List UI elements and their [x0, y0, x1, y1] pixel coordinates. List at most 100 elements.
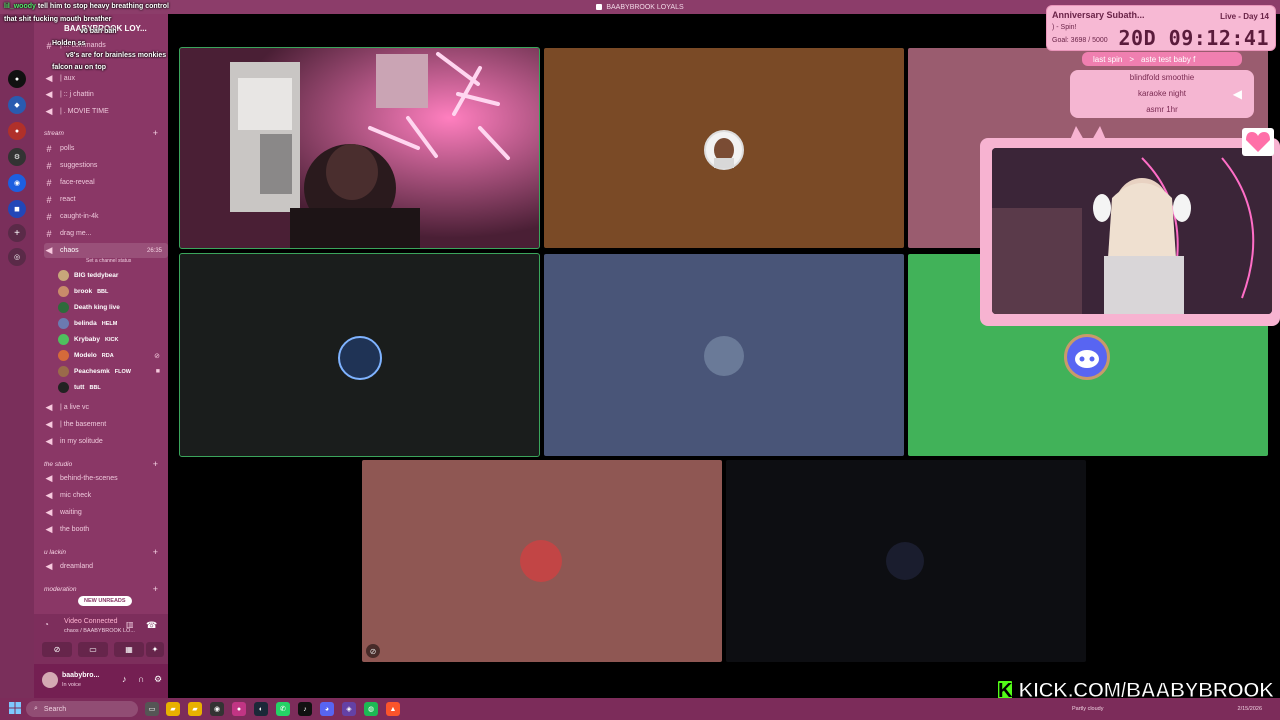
add-channel-icon[interactable]: +: [153, 584, 158, 594]
channel-item[interactable]: ◀ waiting: [44, 505, 168, 520]
speaker-icon: ◀: [45, 473, 53, 483]
webcam-feed: [180, 48, 539, 248]
avatar: [704, 336, 744, 376]
signal-icon[interactable]: ◔: [44, 620, 49, 629]
weather-widget[interactable]: Partly cloudy: [1072, 706, 1104, 712]
channel-item[interactable]: ◀ | :: j chattin: [44, 87, 168, 102]
headphones-icon[interactable]: ∩: [138, 674, 144, 684]
video-tile-webcam[interactable]: [179, 47, 540, 249]
windows-start-icon[interactable]: [9, 702, 21, 714]
camera-off-button[interactable]: ⊘: [42, 642, 72, 657]
stream-chat-line: lil_woody tell him to stop heavy breathi…: [4, 3, 169, 10]
video-tile-participant[interactable]: [179, 253, 540, 457]
add-channel-icon[interactable]: +: [153, 547, 158, 557]
channel-item[interactable]: ◀ | the basement: [44, 417, 168, 432]
microphone-icon[interactable]: ♪: [122, 674, 127, 684]
voice-user[interactable]: Krybaby KICK: [58, 332, 168, 347]
category-header[interactable]: the studio +: [44, 458, 164, 470]
settings-gear-icon[interactable]: ⚙: [154, 674, 162, 685]
speaker-icon: ◀: [45, 106, 53, 116]
speaker-icon: ◀: [45, 402, 53, 412]
app-icon[interactable]: ◈: [342, 702, 356, 716]
channel-item[interactable]: # suggestions: [44, 158, 168, 173]
channel-item[interactable]: ◀ mic check: [44, 488, 168, 503]
server-icon[interactable]: ◆: [8, 96, 26, 114]
add-server-icon[interactable]: +: [8, 224, 26, 242]
tiktok-icon[interactable]: ♪: [298, 702, 312, 716]
speaker-icon: ◀: [45, 436, 53, 446]
disconnect-icon[interactable]: ☎: [146, 620, 157, 631]
channel-item[interactable]: # polls: [44, 141, 168, 156]
pixel-heart-icon: [1242, 128, 1274, 156]
channel-item[interactable]: ◀ dreamland: [44, 559, 168, 574]
streamer-camera-feed: [992, 148, 1272, 314]
spin-wheel-list: blindfold smoothie karaoke night asmr 1h…: [1070, 70, 1254, 118]
voice-user[interactable]: Peachesmk FLOW ■: [58, 364, 168, 379]
avatar[interactable]: [42, 672, 58, 688]
avatar: [58, 350, 69, 361]
soundboard-button[interactable]: ✦: [146, 642, 164, 657]
server-icon[interactable]: ◼: [8, 200, 26, 218]
channel-item[interactable]: # caught-in-4k: [44, 209, 168, 224]
avatar: [58, 334, 69, 345]
spotify-icon[interactable]: ◍: [364, 702, 378, 716]
channel-item[interactable]: ◀ | . MOVIE TIME: [44, 104, 168, 119]
soundboard-icon: ✦: [151, 645, 159, 654]
app-root: BAABYBROOK LOYALS ● ◆ ● ⚙ ◉ ◼ + ◎ BAABYB…: [0, 0, 1280, 720]
whatsapp-icon[interactable]: ✆: [276, 702, 290, 716]
steam-icon[interactable]: ◐: [254, 702, 268, 716]
discover-icon[interactable]: ◎: [8, 248, 26, 266]
category-header[interactable]: u lackin +: [44, 546, 164, 558]
brave-icon[interactable]: ▲: [386, 702, 400, 716]
channel-item[interactable]: # drag me...: [44, 226, 168, 241]
channel-item[interactable]: ◀ behind-the-scenes: [44, 471, 168, 486]
voice-user[interactable]: brook BBL: [58, 284, 168, 299]
discord-icon[interactable]: ◕: [320, 702, 334, 716]
category-header[interactable]: stream +: [44, 127, 164, 139]
channel-item[interactable]: ◀ | a live vc: [44, 400, 168, 415]
video-tile-participant[interactable]: ⊘: [362, 460, 722, 662]
avatar: [58, 286, 69, 297]
server-icon[interactable]: ●: [8, 122, 26, 140]
channel-item[interactable]: # face-reveal: [44, 175, 168, 190]
file-explorer-icon[interactable]: ▰: [166, 702, 180, 716]
search-icon: ⌕: [34, 705, 38, 712]
voice-user[interactable]: Death king live: [58, 300, 168, 315]
channel-item[interactable]: ◀ the booth: [44, 522, 168, 537]
taskbar-search[interactable]: ⌕ Search: [26, 701, 138, 717]
voice-user[interactable]: Modelo RDA ⊘: [58, 348, 168, 363]
category-header[interactable]: moderation +: [44, 583, 164, 595]
noise-suppression-icon[interactable]: ▥: [126, 620, 134, 629]
app-icon[interactable]: ●: [232, 702, 246, 716]
channel-status[interactable]: Set a channel status: [86, 258, 131, 264]
channel-item[interactable]: ◀ | aux: [44, 71, 168, 86]
channel-item[interactable]: ◀ in my solitude: [44, 434, 168, 449]
avatar: [58, 270, 69, 281]
server-icon[interactable]: ⚙: [8, 148, 26, 166]
add-channel-icon[interactable]: +: [153, 128, 158, 138]
folder-icon[interactable]: ▰: [188, 702, 202, 716]
voice-user[interactable]: tutt BBL: [58, 380, 168, 395]
system-clock[interactable]: 2/15/2026: [1238, 702, 1262, 712]
server-icon[interactable]: ◉: [8, 174, 26, 192]
user-name[interactable]: baabybro...: [62, 672, 99, 679]
voice-user[interactable]: belinda HELM: [58, 316, 168, 331]
obs-icon[interactable]: ◉: [210, 702, 224, 716]
activities-button[interactable]: ▦: [114, 642, 144, 657]
subathon-widget: Anniversary Subath... Live - Day 14 ) - …: [1046, 5, 1276, 51]
server-icon[interactable]: ●: [8, 70, 26, 88]
speaker-icon: ◀: [45, 561, 53, 571]
muted-icon: ⊘: [154, 352, 160, 360]
video-tile-participant[interactable]: [726, 460, 1086, 662]
channel-item-active[interactable]: ◀ chaos 26:35: [44, 243, 168, 258]
voice-status-channel[interactable]: chaos / BAABYBROOK LO...: [64, 628, 135, 634]
screen-share-button[interactable]: ▭: [78, 642, 108, 657]
chevron-left-icon: ◀: [1232, 87, 1242, 101]
add-channel-icon[interactable]: +: [153, 459, 158, 469]
voice-user[interactable]: BIG teddybear: [58, 268, 168, 283]
new-unreads-pill[interactable]: NEW UNREADS: [78, 596, 132, 606]
task-view-icon[interactable]: ▭: [145, 702, 159, 716]
video-tile-participant[interactable]: [544, 48, 904, 248]
channel-item[interactable]: # react: [44, 192, 168, 207]
video-tile-participant[interactable]: [544, 254, 904, 456]
